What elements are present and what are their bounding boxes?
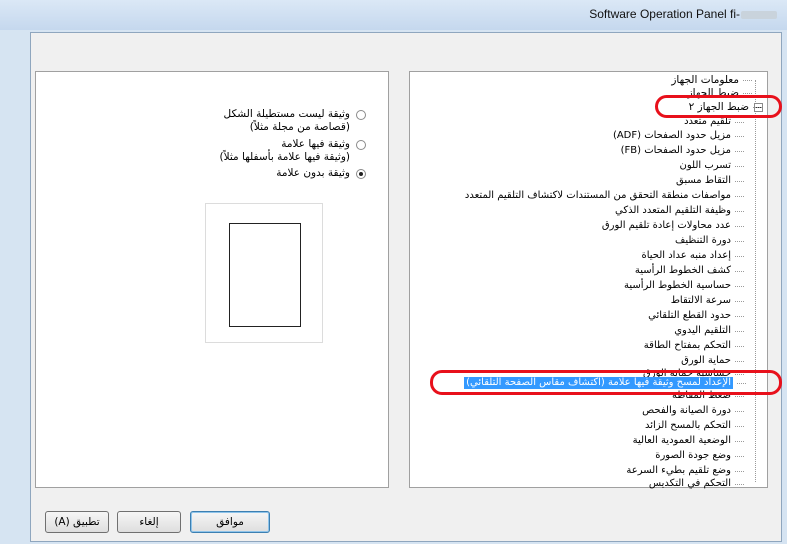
tree-item[interactable]: سرعة الالتقاط — [671, 295, 745, 307]
tree-item[interactable]: التحكم بمفتاح الطاقة — [644, 340, 745, 352]
tree-item[interactable]: مزيل حدود الصفحات (FB) — [621, 145, 745, 157]
callout-device-settings-2 — [655, 95, 782, 118]
tree-item[interactable]: كشف الخطوط الرأسية — [635, 265, 745, 277]
radio-non-rectangular[interactable] — [356, 110, 366, 120]
tree-item[interactable]: وضع تلقيم بطيء السرعة — [626, 465, 744, 477]
tree-item[interactable]: وظيفة التلقيم المتعدد الذكي — [615, 205, 744, 217]
tree-item[interactable]: مواصفات منطقة التحقق من المستندات لاكتشا… — [465, 190, 745, 202]
option-marked-document[interactable]: وثيقة فيها علامة (وثيقة فيها علامة بأسفل… — [220, 138, 366, 164]
radio-marked-document[interactable] — [356, 140, 366, 150]
callout-selected-setting — [430, 370, 782, 395]
cancel-button[interactable]: إلغاء — [117, 511, 181, 533]
radio-no-mark[interactable] — [356, 169, 366, 179]
tree-item[interactable]: حماية الورق — [681, 355, 744, 367]
tree-item-device-info[interactable]: معلومات الجهاز — [671, 74, 752, 86]
document-preview — [229, 223, 301, 327]
tree-item[interactable]: التحكم بالمسح الزائد — [645, 420, 745, 432]
preview-frame — [205, 203, 323, 343]
option-subtitle: (قصاصة من مجلة مثلاً) — [249, 121, 350, 133]
tree-item[interactable]: حساسية الخطوط الرأسية — [624, 280, 745, 292]
options-panel: وثيقة ليست مستطيلة الشكل (قصاصة من مجلة … — [35, 71, 389, 488]
option-subtitle: (وثيقة فيها علامة بأسفلها مثلاً) — [219, 151, 350, 163]
option-title: وثيقة بدون علامة — [276, 167, 350, 179]
tree-item[interactable]: حدود القطع التلقائي — [648, 310, 744, 322]
option-title: وثيقة ليست مستطيلة الشكل — [223, 108, 350, 120]
title-bar[interactable]: Software Operation Panel fi- — [0, 0, 787, 30]
option-label: وثيقة فيها علامة (وثيقة فيها علامة بأسفل… — [220, 138, 350, 164]
tree-item[interactable]: عدد محاولات إعادة تلقيم الورق — [602, 220, 745, 232]
window-title: Software Operation Panel fi- — [589, 7, 777, 21]
tree-item[interactable]: تسرب اللون — [680, 160, 745, 172]
window-title-text: Software Operation Panel fi- — [589, 7, 740, 21]
tree-item[interactable]: دورة الصيانة والفحص — [642, 405, 744, 417]
tree-item[interactable]: وضع جودة الصورة — [655, 450, 744, 462]
option-non-rectangular[interactable]: وثيقة ليست مستطيلة الشكل (قصاصة من مجلة … — [224, 108, 366, 134]
apply-button[interactable]: تطبيق (A) — [45, 511, 109, 533]
tree-item[interactable]: التقاط مسبق — [676, 175, 745, 187]
option-title: وثيقة فيها علامة — [281, 138, 350, 150]
tree-guide-line — [755, 80, 756, 482]
app-window: Software Operation Panel fi- وثيقة ليست … — [0, 0, 787, 544]
settings-tree: معلومات الجهاز ضبط الجهاز ضبط الجهاز ٢ ت… — [409, 71, 768, 490]
tree-item[interactable]: مزيل حدود الصفحات (ADF) — [613, 130, 745, 142]
tree-item[interactable]: التلقيم اليدوي — [674, 325, 744, 337]
option-no-mark[interactable]: وثيقة بدون علامة — [276, 167, 366, 180]
redacted-model-name — [741, 10, 777, 19]
ok-button[interactable]: موافق — [190, 511, 270, 533]
tree-item[interactable]: الوضعية العمودية العالية — [633, 435, 745, 447]
tree-item[interactable]: التحكم في التكديس — [649, 478, 745, 490]
tree-item[interactable]: دورة التنظيف — [675, 235, 744, 247]
option-label: وثيقة ليست مستطيلة الشكل (قصاصة من مجلة … — [224, 108, 350, 134]
tree-item[interactable]: إعداد منبه عداد الحياة — [641, 250, 744, 262]
